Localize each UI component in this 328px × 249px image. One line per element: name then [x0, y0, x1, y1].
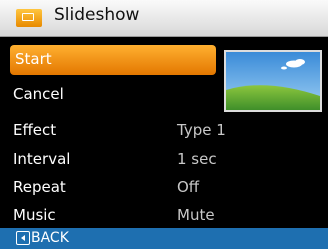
setting-music-value: Mute	[177, 206, 215, 224]
page-title: Slideshow	[54, 5, 140, 25]
start-button[interactable]: Start	[10, 45, 216, 75]
setting-effect[interactable]: Effect Type 1	[13, 121, 226, 139]
title-bar: Slideshow	[0, 0, 328, 37]
setting-interval[interactable]: Interval 1 sec	[13, 150, 217, 168]
setting-repeat-value: Off	[177, 178, 200, 196]
cancel-button[interactable]: Cancel	[13, 85, 64, 103]
setting-interval-label: Interval	[13, 150, 71, 168]
setting-music-label: Music	[13, 206, 56, 224]
footer-bar: BACK	[0, 228, 328, 249]
setting-repeat[interactable]: Repeat Off	[13, 178, 199, 196]
back-label[interactable]: BACK	[31, 230, 69, 246]
slideshow-icon	[16, 9, 42, 27]
setting-effect-value: Type 1	[177, 121, 226, 139]
landscape-preview-image	[224, 50, 322, 112]
left-arrow-key-icon[interactable]	[16, 231, 30, 245]
setting-interval-value: 1 sec	[177, 150, 217, 168]
start-label: Start	[15, 50, 52, 68]
landscape-icon	[226, 52, 320, 110]
setting-repeat-label: Repeat	[13, 178, 66, 196]
cancel-label: Cancel	[13, 85, 64, 103]
setting-effect-label: Effect	[13, 121, 57, 139]
setting-music[interactable]: Music Mute	[13, 206, 215, 224]
